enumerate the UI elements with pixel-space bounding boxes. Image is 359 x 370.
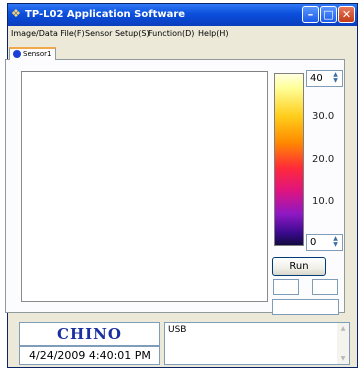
timestamp-text: 4/24/2009 4:40:01 PM <box>29 349 151 362</box>
temperature-color-scale <box>274 73 304 246</box>
scale-max-stepper[interactable]: 40 ▲ ▼ <box>306 70 343 87</box>
tab-sensor1[interactable]: Sensor1 <box>9 47 56 60</box>
readout-field-wide[interactable] <box>272 299 339 315</box>
scroll-up-icon[interactable]: ▲ <box>339 325 347 332</box>
menu-function[interactable]: Function(D) <box>148 29 194 39</box>
maximize-button[interactable]: □ <box>320 6 337 23</box>
status-log-textarea[interactable]: USB ▲ ▼ <box>164 322 350 365</box>
readout-field-right[interactable] <box>312 279 338 295</box>
scale-min-stepper[interactable]: 0 ▲ ▼ <box>306 234 343 251</box>
scroll-down-icon[interactable]: ▼ <box>339 355 347 362</box>
minimize-button[interactable]: – <box>302 6 319 23</box>
window-title: TP-L02 Application Software <box>25 9 186 20</box>
log-scrollbar[interactable]: ▲ ▼ <box>337 323 349 364</box>
brand-logo-box: CHINO <box>19 322 160 346</box>
scale-label: 30.0 <box>312 111 335 122</box>
title-bar[interactable]: ❖ TP-L02 Application Software – □ ✕ <box>8 4 357 26</box>
close-button[interactable]: ✕ <box>338 6 355 23</box>
sensor-status-dot <box>13 50 21 58</box>
app-icon: ❖ <box>11 7 21 20</box>
menu-bar: Image/Data File(F) Sensor Setup(S) Funct… <box>8 26 357 42</box>
thermal-image-canvas[interactable] <box>21 71 268 302</box>
menu-help[interactable]: Help(H) <box>198 29 229 39</box>
spin-arrows-icon[interactable]: ▲ ▼ <box>331 236 340 249</box>
menu-image-data-file[interactable]: Image/Data File(F) <box>11 29 85 39</box>
scale-label: 20.0 <box>312 154 335 165</box>
scale-label: 10.0 <box>312 196 335 207</box>
timestamp-field: 4/24/2009 4:40:01 PM <box>19 346 160 365</box>
readout-field-left[interactable] <box>273 279 299 295</box>
spin-arrows-icon[interactable]: ▲ ▼ <box>331 72 340 85</box>
scale-max-value: 40 <box>310 73 323 84</box>
menu-sensor-setup[interactable]: Sensor Setup(S) <box>85 29 150 39</box>
brand-logo: CHINO <box>57 325 122 343</box>
close-icon: ✕ <box>341 8 352 21</box>
run-button[interactable]: Run <box>272 257 326 276</box>
scale-min-value: 0 <box>310 237 317 248</box>
log-text: USB <box>168 325 187 335</box>
maximize-icon: □ <box>323 8 334 21</box>
tab-label: Sensor1 <box>23 50 52 58</box>
minimize-icon: – <box>307 8 314 21</box>
